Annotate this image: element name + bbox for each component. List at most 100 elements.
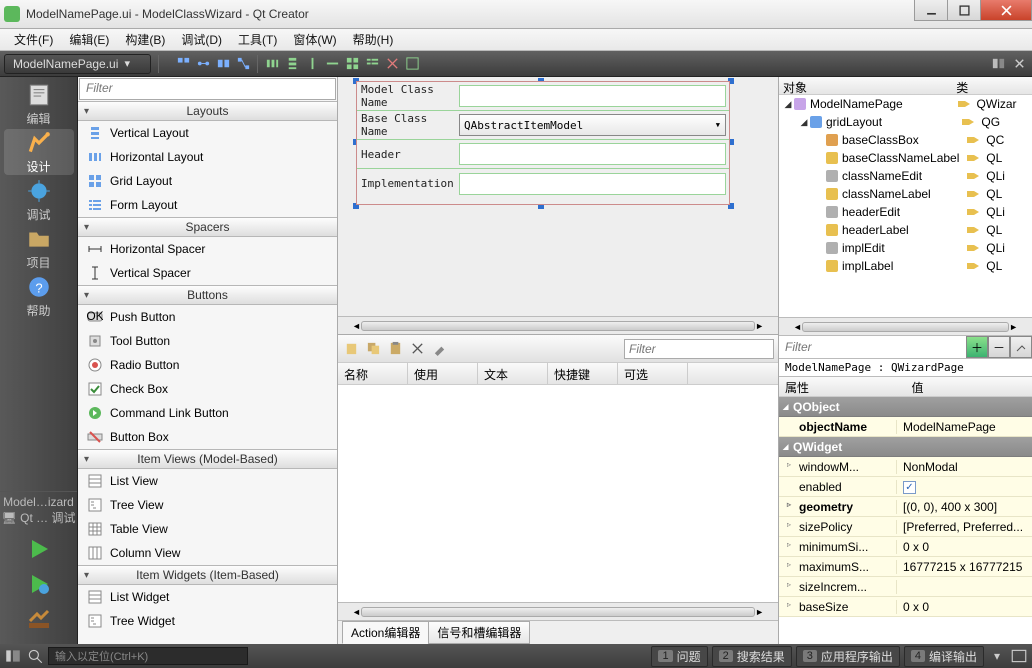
property-group[interactable]: QObject	[779, 397, 1032, 417]
prop-header-name[interactable]: 属性	[779, 377, 906, 396]
object-tree-row[interactable]: classNameEditQLi	[779, 167, 1032, 185]
paste-action-icon[interactable]	[386, 340, 404, 358]
menu-file[interactable]: 文件(F)	[6, 28, 61, 51]
checkbox-icon[interactable]: ✓	[903, 481, 916, 494]
widget-group[interactable]: Item Views (Model-Based)	[78, 449, 337, 469]
layout-form-icon[interactable]	[363, 55, 381, 73]
oi-header-object[interactable]: 对象	[779, 77, 952, 94]
property-row[interactable]: objectNameModelNamePage	[779, 417, 1032, 437]
tab-signal-slot-editor[interactable]: 信号和槽编辑器	[428, 621, 530, 644]
layout-v-icon[interactable]	[283, 55, 301, 73]
widget-item[interactable]: Tree View	[78, 493, 337, 517]
form-canvas[interactable]: Model Class NameBase Class NameQAbstract…	[338, 77, 778, 316]
copy-action-icon[interactable]	[364, 340, 382, 358]
menu-build[interactable]: 构建(B)	[117, 28, 173, 51]
widget-item[interactable]: Button Box	[78, 425, 337, 449]
edit-signals-icon[interactable]	[194, 55, 212, 73]
property-row[interactable]: enabled✓	[779, 477, 1032, 497]
property-value[interactable]: [(0, 0), 400 x 300]	[897, 500, 1032, 514]
object-tree-row[interactable]: ◢ModelNamePageQWizar	[779, 95, 1032, 113]
mode-edit[interactable]: 编辑	[4, 81, 74, 127]
menu-tools[interactable]: 工具(T)	[230, 28, 285, 51]
widget-item[interactable]: Horizontal Spacer	[78, 237, 337, 261]
configure-action-icon[interactable]	[430, 340, 448, 358]
property-value[interactable]: ModelNamePage	[897, 420, 1032, 434]
property-group[interactable]: QWidget	[779, 437, 1032, 457]
widget-item[interactable]: Vertical Spacer	[78, 261, 337, 285]
adjust-size-icon[interactable]	[403, 55, 421, 73]
property-value[interactable]: 0 x 0	[897, 600, 1032, 614]
widget-item[interactable]: List Widget	[78, 585, 337, 609]
widget-item[interactable]: Table View	[78, 517, 337, 541]
property-row[interactable]: maximumS...16777215 x 16777215	[779, 557, 1032, 577]
object-tree-row[interactable]: implEditQLi	[779, 239, 1032, 257]
widget-item[interactable]: Column View	[78, 541, 337, 565]
oi-hscroll[interactable]: ◄►	[779, 317, 1032, 335]
delete-action-icon[interactable]	[408, 340, 426, 358]
new-action-icon[interactable]	[342, 340, 360, 358]
property-row[interactable]: windowM...NonModal	[779, 457, 1032, 477]
property-value[interactable]: [Preferred, Preferred...	[897, 520, 1032, 534]
layout-split-v-icon[interactable]	[323, 55, 341, 73]
edit-buddies-icon[interactable]	[214, 55, 232, 73]
kit-selector[interactable]: Model…izard 🖥 Qt … 调试	[0, 491, 77, 529]
property-value[interactable]: 0 x 0	[897, 540, 1032, 554]
output-config-icon[interactable]: ▾	[988, 647, 1006, 665]
widget-item[interactable]: Radio Button	[78, 353, 337, 377]
widget-item[interactable]: Command Link Button	[78, 401, 337, 425]
oi-header-class[interactable]: 类	[952, 77, 1032, 94]
property-value[interactable]: NonModal	[897, 460, 1032, 474]
widget-item[interactable]: Form Layout	[78, 193, 337, 217]
action-col-header[interactable]: 快捷键	[548, 363, 618, 384]
prop-header-value[interactable]: 值	[906, 377, 1032, 396]
object-tree-row[interactable]: baseClassNameLabelQL	[779, 149, 1032, 167]
action-col-header[interactable]: 文本	[478, 363, 548, 384]
window-maximize-button[interactable]	[947, 0, 981, 21]
output-pane-button[interactable]: 1问题	[651, 646, 707, 667]
mode-projects[interactable]: 项目	[4, 225, 74, 271]
widget-item[interactable]: Tool Button	[78, 329, 337, 353]
widget-group[interactable]: Buttons	[78, 285, 337, 305]
widget-item[interactable]: List View	[78, 469, 337, 493]
locator-input[interactable]: 输入以定位(Ctrl+K)	[48, 647, 248, 665]
widgetbox-filter[interactable]: Filter	[79, 78, 336, 100]
action-hscroll[interactable]: ◄►	[338, 602, 778, 620]
layout-h-icon[interactable]	[263, 55, 281, 73]
form-lineedit[interactable]	[459, 143, 726, 165]
close-panel-icon[interactable]	[1010, 55, 1028, 73]
output-pane-button[interactable]: 2搜索结果	[712, 646, 792, 667]
property-filter-input[interactable]	[779, 336, 966, 358]
widget-group[interactable]: Spacers	[78, 217, 337, 237]
form-preview[interactable]: Model Class NameBase Class NameQAbstract…	[356, 81, 730, 205]
widget-item[interactable]: Check Box	[78, 377, 337, 401]
widget-item[interactable]: Grid Layout	[78, 169, 337, 193]
close-output-icon[interactable]	[1010, 647, 1028, 665]
property-row[interactable]: minimumSi...0 x 0	[779, 537, 1032, 557]
property-editor[interactable]: QObjectobjectNameModelNamePageQWidgetwin…	[779, 397, 1032, 644]
property-row[interactable]: sizePolicy[Preferred, Preferred...	[779, 517, 1032, 537]
object-tree-row[interactable]: ◢gridLayoutQG	[779, 113, 1032, 131]
widget-item[interactable]: Horizontal Layout	[78, 145, 337, 169]
output-pane-button[interactable]: 4编译输出	[904, 646, 984, 667]
menu-debug[interactable]: 调试(D)	[173, 28, 230, 51]
tree-expander-icon[interactable]: ◢	[783, 99, 793, 110]
object-tree-row[interactable]: implLabelQL	[779, 257, 1032, 275]
object-tree-row[interactable]: headerEditQLi	[779, 203, 1032, 221]
property-row[interactable]: geometry[(0, 0), 400 x 300]	[779, 497, 1032, 517]
object-tree-row[interactable]: classNameLabelQL	[779, 185, 1032, 203]
object-tree-row[interactable]: headerLabelQL	[779, 221, 1032, 239]
mode-design[interactable]: 设计	[4, 129, 74, 175]
property-value[interactable]: ✓	[897, 479, 1032, 494]
menu-window[interactable]: 窗体(W)	[285, 28, 344, 51]
form-combobox[interactable]: QAbstractItemModel	[459, 114, 726, 136]
object-inspector-tree[interactable]: ◢ModelNamePageQWizar◢gridLayoutQG baseCla…	[779, 95, 1032, 317]
form-lineedit[interactable]	[459, 173, 726, 195]
edit-taborder-icon[interactable]	[234, 55, 252, 73]
widget-item[interactable]: OKPush Button	[78, 305, 337, 329]
property-row[interactable]: sizeIncrem...	[779, 577, 1032, 597]
form-lineedit[interactable]	[459, 85, 726, 107]
build-button[interactable]	[27, 607, 51, 634]
layout-grid-icon[interactable]	[343, 55, 361, 73]
widget-item[interactable]: Tree Widget	[78, 609, 337, 633]
action-filter-input[interactable]	[624, 339, 774, 359]
